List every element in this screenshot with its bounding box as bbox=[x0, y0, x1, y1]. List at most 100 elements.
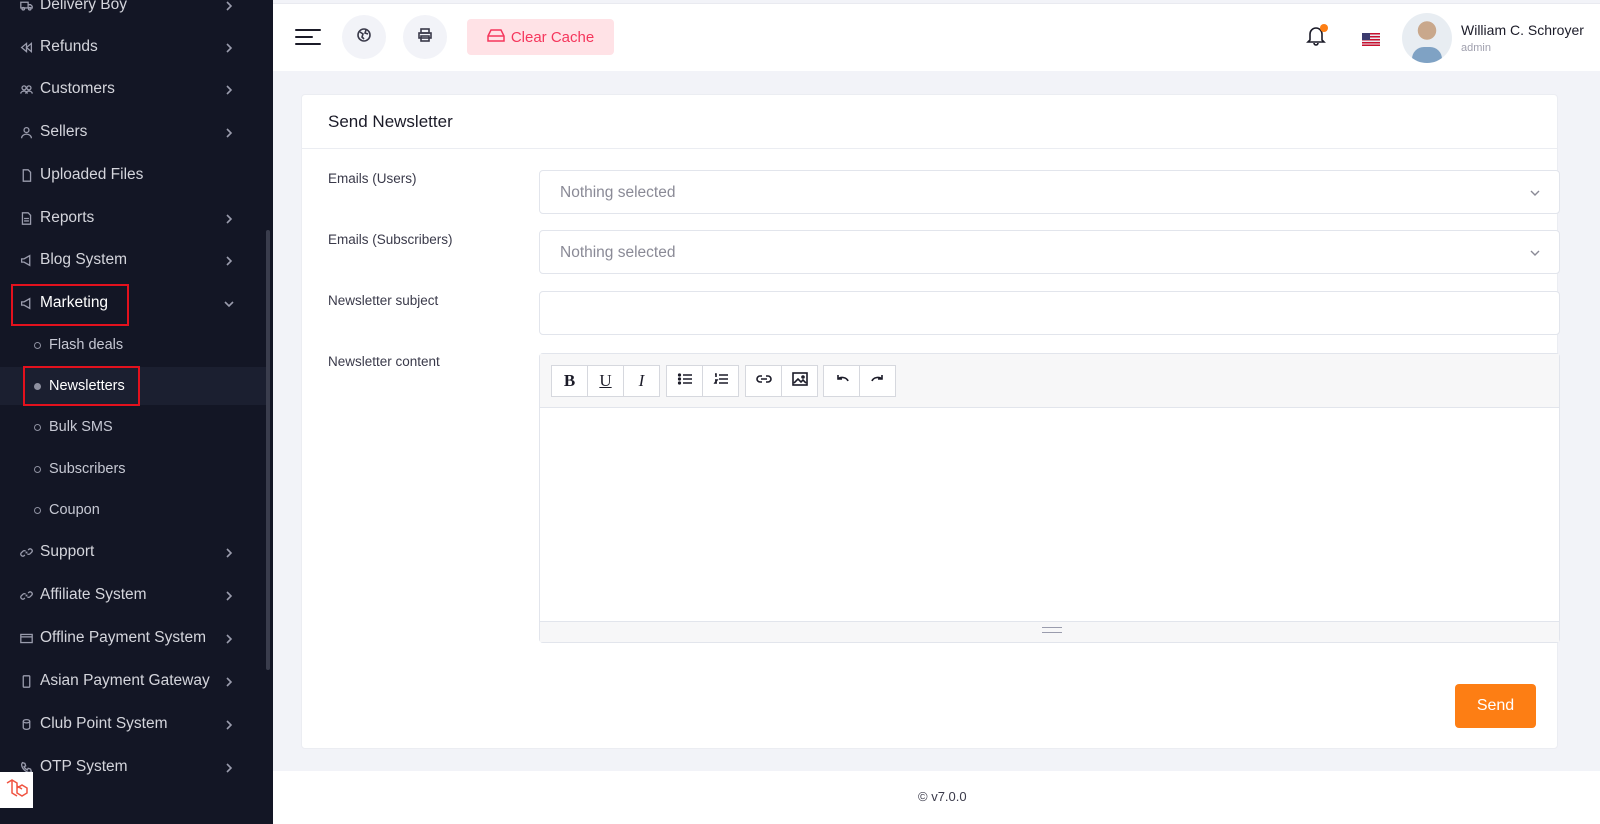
notification-button[interactable] bbox=[1305, 24, 1329, 48]
sidebar-item-delivery-boy[interactable]: Delivery Boy bbox=[0, 0, 270, 25]
sidebar-sub-label: Subscribers bbox=[49, 461, 126, 477]
avatar[interactable] bbox=[1402, 13, 1452, 63]
sidebar-sub-coupon[interactable]: Coupon bbox=[0, 491, 270, 529]
sidebar-item-label: Blog System bbox=[40, 251, 128, 268]
chevron-right-icon bbox=[224, 253, 238, 267]
chevron-right-icon bbox=[224, 40, 238, 54]
sidebar-item-affiliate-system[interactable]: Affiliate System bbox=[0, 575, 270, 615]
bold-button[interactable]: B bbox=[551, 365, 588, 397]
grip-icon bbox=[1042, 627, 1062, 633]
clear-cache-label: Clear Cache bbox=[510, 28, 595, 46]
chevron-right-icon bbox=[224, 82, 238, 96]
link-button[interactable] bbox=[745, 365, 782, 397]
print-button[interactable] bbox=[403, 15, 447, 59]
emails-users-label: Emails (Users) bbox=[328, 171, 417, 186]
emails-users-select[interactable]: Nothing selected bbox=[539, 170, 1560, 214]
menu-toggle-icon[interactable] bbox=[295, 26, 321, 48]
bullet-icon bbox=[34, 506, 41, 514]
user-role: admin bbox=[1461, 42, 1491, 54]
card-header: Send Newsletter bbox=[302, 95, 1557, 149]
sidebar-item-otp-system[interactable]: OTP System bbox=[0, 747, 270, 787]
sidebar-item-label: Club Point System bbox=[40, 715, 168, 732]
undo-button[interactable] bbox=[823, 365, 860, 397]
sidebar-item-label: Refunds bbox=[40, 38, 98, 55]
sidebar-sub-label: Coupon bbox=[49, 502, 100, 518]
bullet-list-button[interactable] bbox=[666, 365, 703, 397]
bullet-icon bbox=[34, 423, 41, 431]
chevron-right-icon bbox=[224, 631, 238, 645]
underline-button[interactable]: U bbox=[587, 365, 624, 397]
us-flag-icon[interactable] bbox=[1362, 33, 1380, 46]
sidebar-item-club-point-system[interactable]: Club Point System bbox=[0, 704, 270, 744]
sidebar-item-blog-system[interactable]: Blog System bbox=[0, 240, 270, 280]
redo-icon bbox=[870, 371, 886, 392]
sidebar-sub-label: Flash deals bbox=[49, 337, 124, 353]
chevron-right-icon bbox=[224, 0, 238, 12]
sidebar-item-label: OTP System bbox=[40, 758, 128, 775]
sidebar-item-refunds[interactable]: Refunds bbox=[0, 27, 270, 67]
version-text: © v7.0.0 bbox=[918, 789, 967, 804]
chevron-down-icon bbox=[1529, 246, 1541, 258]
italic-button[interactable]: I bbox=[623, 365, 660, 397]
users-icon bbox=[18, 81, 34, 97]
link-icon bbox=[18, 587, 34, 603]
send-button[interactable]: Send bbox=[1455, 684, 1536, 728]
sidebar-item-label: Sellers bbox=[40, 123, 88, 140]
bold-icon: B bbox=[563, 371, 576, 390]
notification-badge bbox=[1320, 24, 1328, 32]
footer: © v7.0.0 bbox=[273, 771, 1600, 824]
chevron-right-icon bbox=[224, 760, 238, 774]
sidebar-item-offline-payment-system[interactable]: Offline Payment System bbox=[0, 618, 270, 658]
redo-button[interactable] bbox=[859, 365, 896, 397]
newsletter-card: Send Newsletter Emails (Users) Nothing s… bbox=[301, 94, 1560, 749]
sidebar-item-sellers[interactable]: Sellers bbox=[0, 112, 270, 152]
clear-cache-button[interactable]: Clear Cache bbox=[467, 19, 614, 55]
chevron-down-icon bbox=[1529, 186, 1541, 198]
subject-input[interactable] bbox=[539, 291, 1560, 335]
coin-icon bbox=[18, 716, 34, 732]
emails-subscribers-label: Emails (Subscribers) bbox=[328, 232, 453, 247]
emails-users-placeholder: Nothing selected bbox=[560, 184, 676, 201]
sidebar-sub-flash-deals[interactable]: Flash deals bbox=[0, 326, 270, 364]
sidebar-item-customers[interactable]: Customers bbox=[0, 69, 270, 109]
sidebar-item-label: Affiliate System bbox=[40, 586, 147, 603]
chevron-right-icon bbox=[224, 545, 238, 559]
image-icon bbox=[791, 371, 808, 392]
content-editor[interactable]: B U I bbox=[539, 353, 1560, 643]
content-label: Newsletter content bbox=[328, 354, 440, 369]
image-button[interactable] bbox=[781, 365, 818, 397]
sidebar-item-reports[interactable]: Reports bbox=[0, 198, 270, 238]
globe-button[interactable] bbox=[342, 15, 386, 59]
sidebar-item-uploaded-files[interactable]: Uploaded Files bbox=[0, 155, 270, 195]
underline-icon: U bbox=[599, 371, 612, 390]
chevron-right-icon bbox=[224, 125, 238, 139]
card-icon bbox=[18, 630, 34, 646]
emails-subscribers-select[interactable]: Nothing selected bbox=[539, 230, 1560, 274]
bullet-icon bbox=[34, 341, 41, 349]
user-name[interactable]: William C. Schroyer bbox=[1461, 22, 1584, 38]
editor-toolbar: B U I bbox=[540, 354, 1559, 408]
sidebar-item-label: Uploaded Files bbox=[40, 166, 144, 183]
undo-icon bbox=[834, 371, 850, 392]
sidebar-item-label: Support bbox=[40, 543, 95, 560]
sidebar-sub-bulk-sms[interactable]: Bulk SMS bbox=[0, 408, 270, 446]
sidebar-item-support[interactable]: Support bbox=[0, 532, 270, 572]
report-icon bbox=[18, 210, 34, 226]
numbered-list-icon bbox=[713, 371, 729, 392]
backward-icon bbox=[18, 39, 34, 55]
bell-icon bbox=[1305, 27, 1327, 50]
sidebar-sub-subscribers[interactable]: Subscribers bbox=[0, 450, 270, 488]
sidebar-item-label: Reports bbox=[40, 209, 95, 226]
globe-icon bbox=[357, 27, 371, 47]
editor-resize-handle[interactable] bbox=[540, 621, 1559, 642]
emails-subscribers-placeholder: Nothing selected bbox=[560, 244, 676, 261]
link-icon bbox=[18, 544, 34, 560]
highlight-box bbox=[11, 284, 129, 326]
sidebar-item-asian-payment-gateway[interactable]: Asian Payment Gateway bbox=[0, 661, 270, 701]
hdd-icon bbox=[487, 28, 511, 46]
laravel-logo-icon bbox=[0, 772, 33, 808]
numbered-list-button[interactable] bbox=[702, 365, 739, 397]
subject-label: Newsletter subject bbox=[328, 293, 439, 308]
sidebar-scrollbar[interactable] bbox=[266, 230, 270, 670]
chevron-right-icon bbox=[224, 588, 238, 602]
